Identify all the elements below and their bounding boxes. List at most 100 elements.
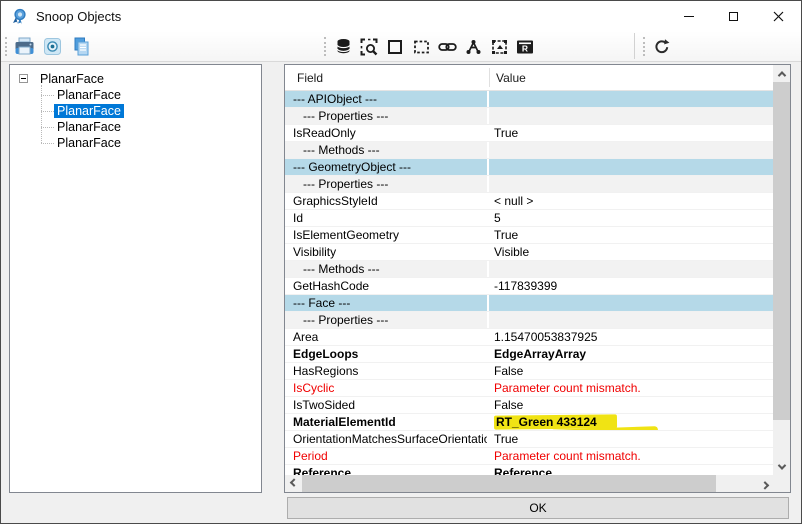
- snoop-dependents-button[interactable]: [461, 34, 485, 59]
- tree-item[interactable]: PlanarFace: [10, 87, 261, 103]
- snoop-application-icon: R: [516, 39, 534, 55]
- table-row[interactable]: GraphicsStyleId< null >: [285, 193, 773, 210]
- table-row[interactable]: --- Methods ---: [285, 261, 773, 278]
- snoop-edge-icon: [413, 39, 430, 55]
- maximize-button[interactable]: [711, 1, 756, 31]
- field-cell: --- APIObject ---: [285, 91, 489, 107]
- scroll-down-button[interactable]: [773, 458, 790, 475]
- value-cell: -117839399: [489, 278, 773, 294]
- tree-item-label: PlanarFace: [54, 120, 124, 134]
- refresh-button[interactable]: [650, 34, 674, 59]
- print-button[interactable]: [12, 34, 36, 59]
- field-cell: --- Face ---: [285, 295, 489, 311]
- horizontal-scrollbar[interactable]: [285, 475, 773, 492]
- table-row[interactable]: HasRegionsFalse: [285, 363, 773, 380]
- scroll-right-button[interactable]: [756, 475, 773, 492]
- table-row[interactable]: ReferenceReference: [285, 465, 773, 475]
- snoop-link-button[interactable]: [435, 34, 459, 59]
- table-row[interactable]: IsTwoSidedFalse: [285, 397, 773, 414]
- tree-item-label: PlanarFace: [37, 72, 107, 86]
- toolbar-gripper[interactable]: [324, 37, 327, 56]
- table-row[interactable]: --- Face ---: [285, 295, 773, 312]
- field-cell: MaterialElementId: [285, 414, 489, 430]
- table-row[interactable]: Id5: [285, 210, 773, 227]
- horizontal-scroll-thumb[interactable]: [302, 475, 716, 492]
- snoop-db-button[interactable]: [331, 34, 355, 59]
- table-row[interactable]: --- Properties ---: [285, 312, 773, 329]
- table-row[interactable]: IsElementGeometryTrue: [285, 227, 773, 244]
- table-row[interactable]: MaterialElementId RT_Green 433124: [285, 414, 773, 431]
- field-cell: EdgeLoops: [285, 346, 489, 362]
- snoop-view-icon: [491, 39, 508, 55]
- value-cell: [489, 142, 773, 158]
- table-row[interactable]: Area1.15470053837925: [285, 329, 773, 346]
- table-row[interactable]: PeriodParameter count mismatch.: [285, 448, 773, 465]
- scroll-up-button[interactable]: [773, 65, 790, 82]
- tree-item-label: PlanarFace: [54, 104, 124, 118]
- value-cell: Parameter count mismatch.: [489, 380, 773, 396]
- toolbar: R: [1, 31, 801, 62]
- table-row[interactable]: --- Properties ---: [285, 176, 773, 193]
- value-cell: EdgeArrayArray: [489, 346, 773, 362]
- tree-item[interactable]: PlanarFace: [10, 71, 261, 87]
- snoop-face-button[interactable]: [383, 34, 407, 59]
- column-header-value[interactable]: Value: [489, 71, 526, 85]
- table-row[interactable]: IsReadOnlyTrue: [285, 125, 773, 142]
- field-cell: GraphicsStyleId: [285, 193, 489, 209]
- vertical-scroll-thumb[interactable]: [773, 82, 790, 420]
- snoop-view-button[interactable]: [487, 34, 511, 59]
- field-cell: Period: [285, 448, 489, 464]
- snoop-db-icon: [335, 38, 352, 55]
- table-row[interactable]: EdgeLoopsEdgeArrayArray: [285, 346, 773, 363]
- tree-item[interactable]: PlanarFace: [10, 135, 261, 151]
- value-cell: True: [489, 227, 773, 243]
- tree-item[interactable]: PlanarFace: [10, 119, 261, 135]
- tree-view[interactable]: PlanarFacePlanarFacePlanarFacePlanarFace…: [9, 64, 262, 493]
- table-row[interactable]: VisibilityVisible: [285, 244, 773, 261]
- toolbar-group-refresh: [650, 34, 674, 59]
- grid-header: Field Value: [285, 65, 773, 91]
- value-cell: [489, 261, 773, 277]
- field-cell: --- Methods ---: [285, 261, 489, 277]
- grid-rows: --- APIObject ------ Properties ---IsRea…: [285, 91, 773, 475]
- tree-expander-icon[interactable]: [19, 74, 28, 83]
- scroll-left-button[interactable]: [285, 475, 302, 492]
- highlight-annotation: RT_Green 433124: [494, 415, 617, 429]
- minimize-button[interactable]: [666, 1, 711, 31]
- svg-text:R: R: [522, 43, 528, 53]
- field-cell: Id: [285, 210, 489, 226]
- column-header-field[interactable]: Field: [285, 71, 489, 85]
- table-row[interactable]: --- Methods ---: [285, 142, 773, 159]
- vertical-scrollbar[interactable]: [773, 65, 790, 475]
- field-cell: --- Properties ---: [285, 176, 489, 192]
- snoop-selection-button[interactable]: [357, 34, 381, 59]
- revitlookup-badge-icon: [11, 8, 28, 25]
- toolbar-gripper[interactable]: [5, 37, 8, 56]
- snoop-application-button[interactable]: R: [513, 34, 537, 59]
- snoop-edge-button[interactable]: [409, 34, 433, 59]
- value-cell: < null >: [489, 193, 773, 209]
- toolbar-gripper[interactable]: [643, 37, 646, 56]
- field-cell: --- Properties ---: [285, 108, 489, 124]
- field-cell: IsCyclic: [285, 380, 489, 396]
- snoop-objects-window: Snoop Objects: [0, 0, 802, 524]
- table-row[interactable]: --- APIObject ---: [285, 91, 773, 108]
- table-row[interactable]: GetHashCode-117839399: [285, 278, 773, 295]
- tree-item[interactable]: PlanarFace: [10, 103, 261, 119]
- close-button[interactable]: [756, 1, 801, 31]
- properties-grid: Field Value --- APIObject ------ Propert…: [284, 64, 791, 493]
- copy-button[interactable]: [68, 34, 92, 59]
- close-icon: [773, 11, 784, 22]
- table-row[interactable]: --- Properties ---: [285, 108, 773, 125]
- ok-button[interactable]: OK: [287, 497, 789, 519]
- print-preview-button[interactable]: [40, 34, 64, 59]
- field-cell: --- GeometryObject ---: [285, 159, 489, 175]
- table-row[interactable]: OrientationMatchesSurfaceOrientationTrue: [285, 431, 773, 448]
- field-cell: IsElementGeometry: [285, 227, 489, 243]
- table-row[interactable]: --- GeometryObject ---: [285, 159, 773, 176]
- value-cell: Reference: [489, 465, 773, 475]
- toolbar-group-print: [12, 34, 92, 59]
- table-row[interactable]: IsCyclicParameter count mismatch.: [285, 380, 773, 397]
- refresh-icon: [653, 38, 671, 56]
- column-divider[interactable]: [489, 68, 490, 87]
